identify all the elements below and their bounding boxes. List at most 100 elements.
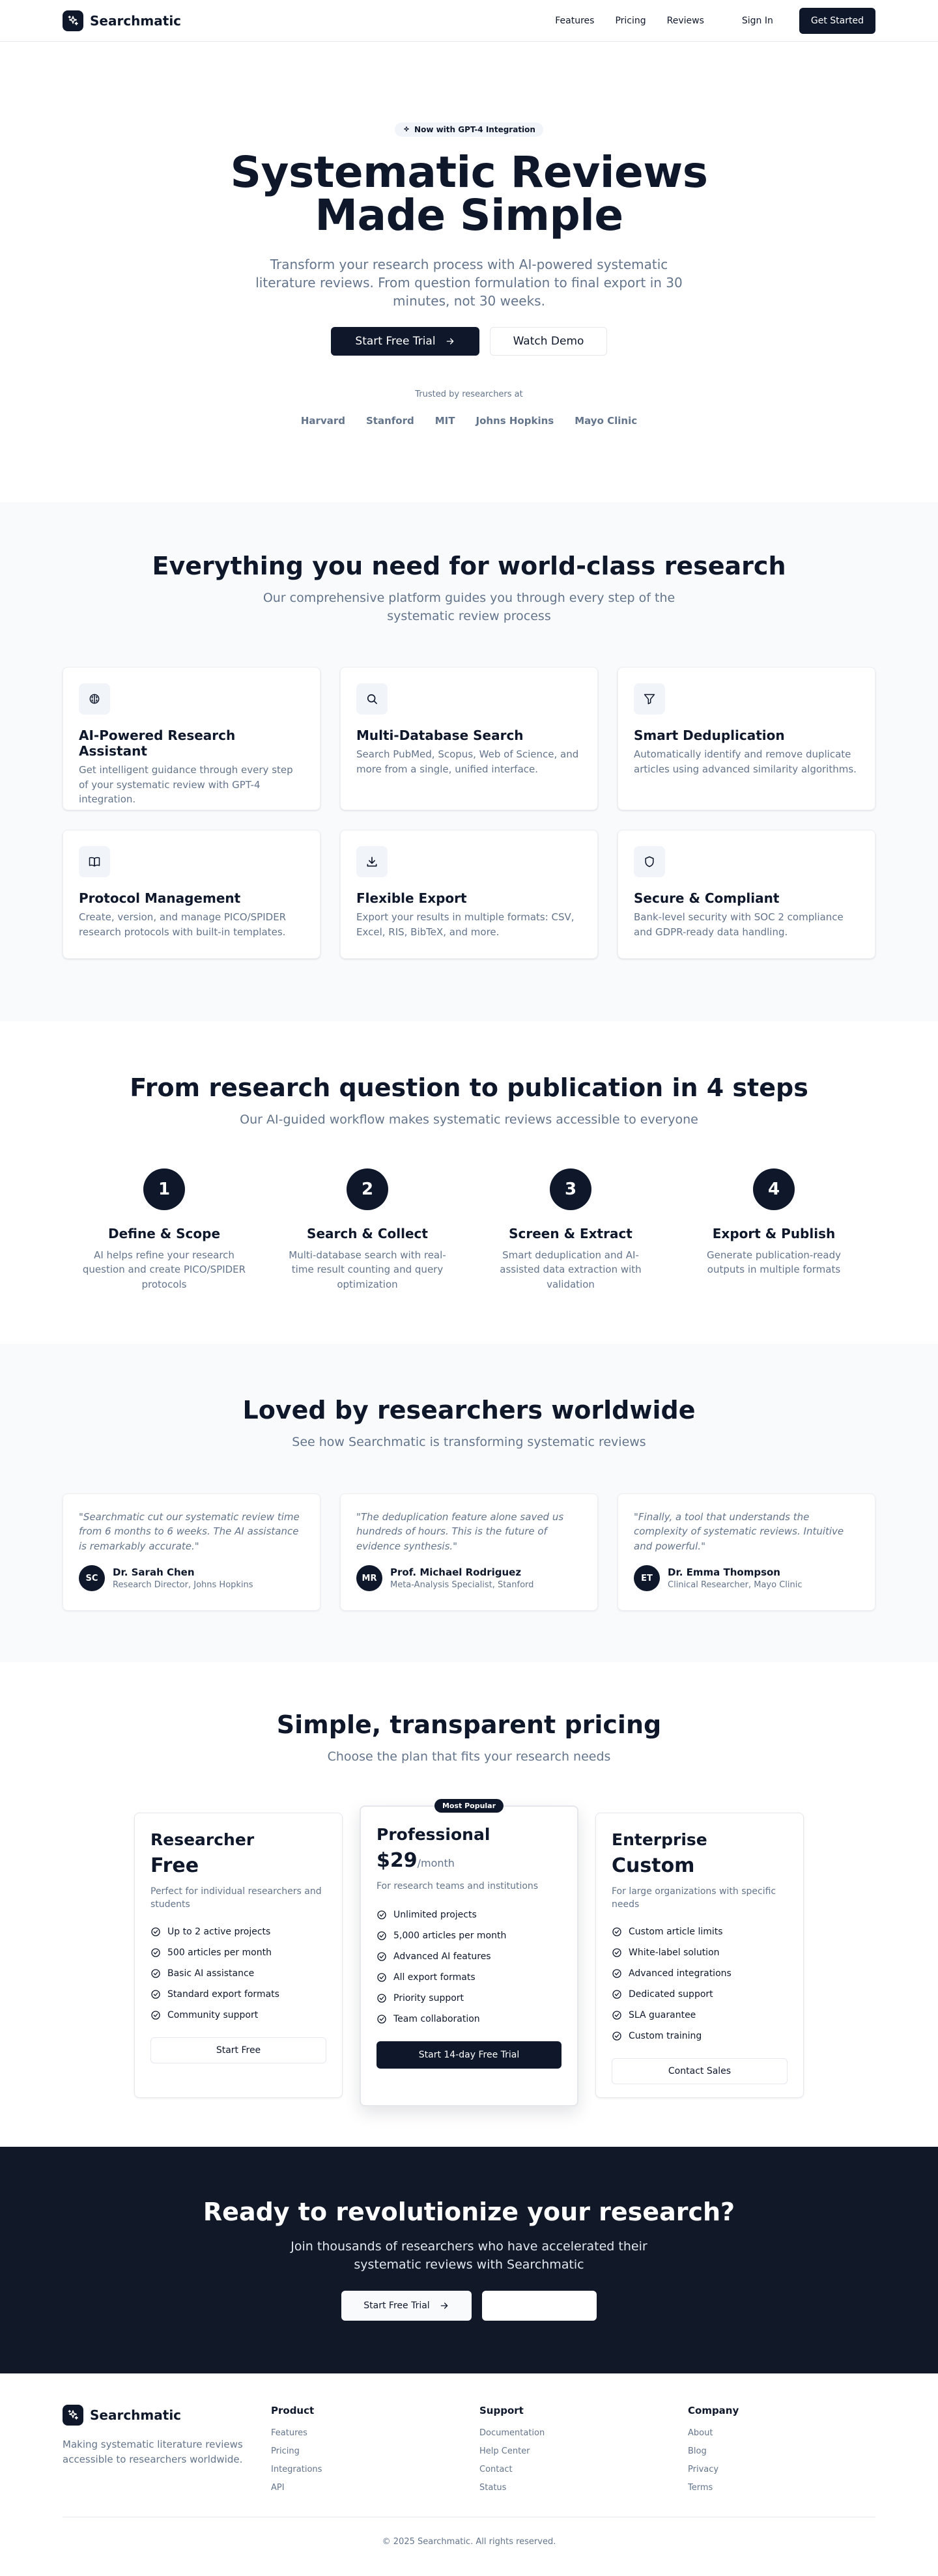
filter-icon — [634, 683, 665, 715]
footer-column-product: Product Features Pricing Integrations AP… — [271, 2405, 479, 2501]
step-item: 4 Export & Publish Generate publication-… — [672, 1168, 875, 1292]
footer-link[interactable]: Help Center — [479, 2446, 688, 2465]
feature-title: Multi-Database Search — [356, 728, 524, 744]
plan-price: Free — [150, 1854, 199, 1877]
author-name: Prof. Michael Rodriguez — [390, 1566, 522, 1579]
plan-features: Unlimited projects 5,000 articles per mo… — [377, 1904, 561, 2030]
plan-feature: Custom training — [612, 2026, 788, 2046]
footer-heading: Product — [271, 2405, 315, 2416]
footer-link[interactable]: About — [688, 2428, 875, 2446]
footer-link[interactable]: Privacy — [688, 2465, 875, 2483]
step-desc: AI helps refine your research question a… — [82, 1249, 246, 1290]
testimonials-title: Loved by researchers worldwide — [242, 1396, 696, 1424]
footer-link[interactable]: Documentation — [479, 2428, 688, 2446]
step-desc: Generate publication-ready outputs in mu… — [707, 1249, 841, 1276]
sign-in-link[interactable]: Sign In — [742, 16, 773, 26]
feature-desc: Get intelligent guidance through every s… — [79, 764, 293, 806]
logo-mayo-clinic: Mayo Clinic — [575, 415, 638, 427]
footer-link[interactable]: Terms — [688, 2483, 875, 2501]
nav-link-reviews[interactable]: Reviews — [667, 16, 704, 26]
steps-title: From research question to publication in… — [130, 1073, 808, 1102]
plan-feature: Custom article limits — [612, 1921, 788, 1942]
logo-johns-hopkins: Johns Hopkins — [476, 415, 554, 427]
footer-link[interactable]: Integrations — [271, 2465, 479, 2483]
plan-desc: For large organizations with specific ne… — [612, 1886, 776, 1910]
plan-price-amount: $29 — [377, 1848, 418, 1872]
feature-desc: Export your results in multiple formats:… — [356, 911, 575, 938]
plan-feature-text: Team collaboration — [393, 2013, 480, 2024]
nav-link-pricing[interactable]: Pricing — [615, 16, 646, 26]
hero-title-line2: Made Simple — [315, 190, 623, 240]
get-started-button[interactable]: Get Started — [799, 8, 875, 34]
step-title: Export & Publish — [712, 1225, 836, 1241]
footer-heading: Company — [688, 2405, 739, 2416]
watch-demo-button[interactable]: Watch Demo — [490, 327, 607, 356]
brand-name: Searchmatic — [90, 13, 182, 29]
book-icon — [79, 846, 110, 878]
steps-section: From research question to publication in… — [0, 1021, 938, 1344]
author-role: Meta-Analysis Specialist, Stanford — [390, 1580, 534, 1591]
plan-feature: 500 articles per month — [150, 1942, 326, 1963]
step-item: 3 Screen & Extract Smart deduplication a… — [469, 1168, 672, 1292]
top-navbar: Searchmatic Features Pricing Reviews Sig… — [0, 0, 938, 42]
step-number: 1 — [143, 1168, 185, 1210]
footer-link[interactable]: Blog — [688, 2446, 875, 2465]
testimonial-card: "Finally, a tool that understands the co… — [618, 1493, 875, 1611]
feature-desc: Search PubMed, Scopus, Web of Science, a… — [356, 748, 579, 775]
footer-link[interactable]: Features — [271, 2428, 479, 2446]
footer-column-company: Company About Blog Privacy Terms — [688, 2405, 875, 2501]
footer-brand[interactable]: Searchmatic — [63, 2405, 271, 2426]
start-free-button[interactable]: Start Free — [150, 2037, 326, 2064]
trusted-label: Trusted by researchers at — [415, 389, 523, 399]
cta-section: Ready to revolutionize your research? Jo… — [0, 2147, 938, 2373]
feature-card: Smart Deduplication Automatically identi… — [618, 667, 875, 811]
contact-sales-button[interactable]: Contact Sales — [612, 2058, 788, 2085]
feature-desc: Automatically identify and remove duplic… — [634, 748, 857, 775]
check-circle-icon — [151, 1927, 160, 1936]
cta-start-free-trial-button[interactable]: Start Free Trial — [341, 2291, 472, 2321]
plan-feature-text: Basic AI assistance — [167, 1968, 255, 1979]
start-14-day-trial-button[interactable]: Start 14-day Free Trial — [377, 2041, 561, 2069]
plan-feature: Advanced integrations — [612, 1963, 788, 1984]
step-item: 1 Define & Scope AI helps refine your re… — [63, 1168, 266, 1292]
pricing-section: Simple, transparent pricing Choose the p… — [0, 1662, 938, 2147]
plan-feature-text: Unlimited projects — [393, 1909, 477, 1920]
footer-link[interactable]: API — [271, 2483, 479, 2501]
feature-title: Secure & Compliant — [634, 890, 780, 907]
hero-subtitle: Transform your research process with AI-… — [255, 257, 683, 309]
check-circle-icon — [612, 1969, 621, 1978]
plan-feature: Standard export formats — [150, 1984, 326, 2005]
sparkles-icon — [404, 126, 410, 132]
check-circle-icon — [612, 1927, 621, 1936]
start-free-trial-button[interactable]: Start Free Trial — [331, 327, 479, 356]
footer: Searchmatic Making systematic literature… — [0, 2373, 938, 2560]
step-item: 2 Search & Collect Multi-database search… — [266, 1168, 469, 1292]
footer-column-support: Support Documentation Help Center Contac… — [479, 2405, 688, 2501]
schedule-demo-button[interactable]: Schedule Demo — [482, 2291, 597, 2321]
footer-link[interactable]: Pricing — [271, 2446, 479, 2465]
feature-card: Protocol Management Create, version, and… — [63, 830, 320, 959]
logo-mit: MIT — [434, 415, 455, 427]
step-number: 3 — [550, 1168, 591, 1210]
step-title: Search & Collect — [307, 1225, 428, 1241]
step-title: Screen & Extract — [509, 1225, 632, 1241]
step-desc: Smart deduplication and AI-assisted data… — [500, 1249, 642, 1290]
nav-link-features[interactable]: Features — [555, 16, 594, 26]
plan-feature: SLA guarantee — [612, 2005, 788, 2026]
avatar: SC — [79, 1565, 105, 1592]
pricing-card-professional: Most Popular Professional $29/month For … — [360, 1798, 578, 2106]
plan-price: $29/month — [377, 1849, 561, 1872]
most-popular-badge: Most Popular — [434, 1798, 504, 1813]
feature-card: Multi-Database Search Search PubMed, Sco… — [340, 667, 598, 811]
cta-start-free-trial-label: Start Free Trial — [363, 2300, 430, 2312]
check-circle-icon — [151, 1948, 160, 1957]
avatar: MR — [356, 1565, 382, 1592]
plan-feature: White-label solution — [612, 1942, 788, 1963]
plan-name: Researcher — [150, 1830, 255, 1849]
brand[interactable]: Searchmatic — [63, 10, 181, 31]
plan-feature: Basic AI assistance — [150, 1963, 326, 1984]
footer-link[interactable]: Contact — [479, 2465, 688, 2483]
plan-desc: For research teams and institutions — [377, 1880, 539, 1891]
pricing-card-researcher: Researcher Free Perfect for individual r… — [134, 1812, 343, 2098]
footer-link[interactable]: Status — [479, 2483, 688, 2501]
